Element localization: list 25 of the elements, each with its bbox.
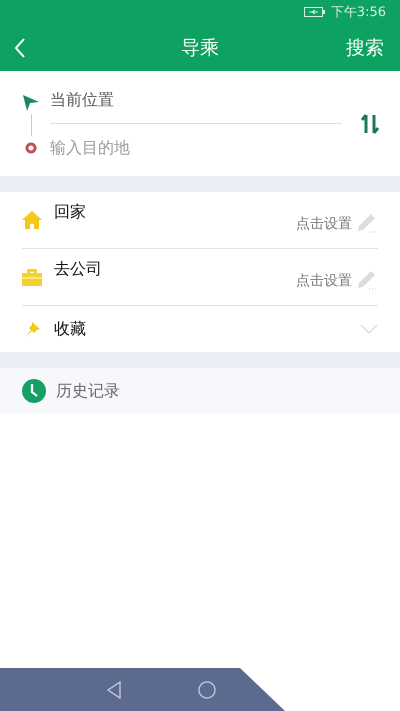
place-item[interactable]: 去公司 点击设置 xyxy=(22,249,378,306)
status-time: 下午3:56 xyxy=(330,4,386,21)
home-nav-icon[interactable] xyxy=(198,680,216,698)
history-label: 历史记录 xyxy=(56,380,120,402)
clock-icon xyxy=(22,379,46,403)
briefcase-icon xyxy=(22,268,42,286)
pin-icon xyxy=(22,321,42,337)
page-title: 导乘 xyxy=(181,36,219,60)
set-hint: 点击设置 xyxy=(296,215,352,233)
back-button[interactable] xyxy=(14,36,26,60)
house-icon xyxy=(22,211,42,229)
place-label: 去公司 xyxy=(54,259,103,280)
set-hint: 点击设置 xyxy=(296,272,352,290)
place-item[interactable]: 回家 点击设置 xyxy=(22,192,378,249)
location-arrow-icon xyxy=(22,94,40,112)
destination-icon xyxy=(25,142,37,154)
battery-icon xyxy=(304,7,326,17)
origin-field[interactable]: 当前位置 xyxy=(50,86,342,124)
place-item[interactable]: 收藏 xyxy=(22,306,378,352)
back-nav-icon[interactable] xyxy=(106,680,122,698)
place-label: 收藏 xyxy=(54,318,87,340)
history-row[interactable]: 历史记录 xyxy=(0,368,400,414)
swap-button[interactable] xyxy=(360,112,380,134)
destination-field[interactable]: 输入目的地 xyxy=(50,124,342,161)
place-label: 回家 xyxy=(54,202,87,223)
